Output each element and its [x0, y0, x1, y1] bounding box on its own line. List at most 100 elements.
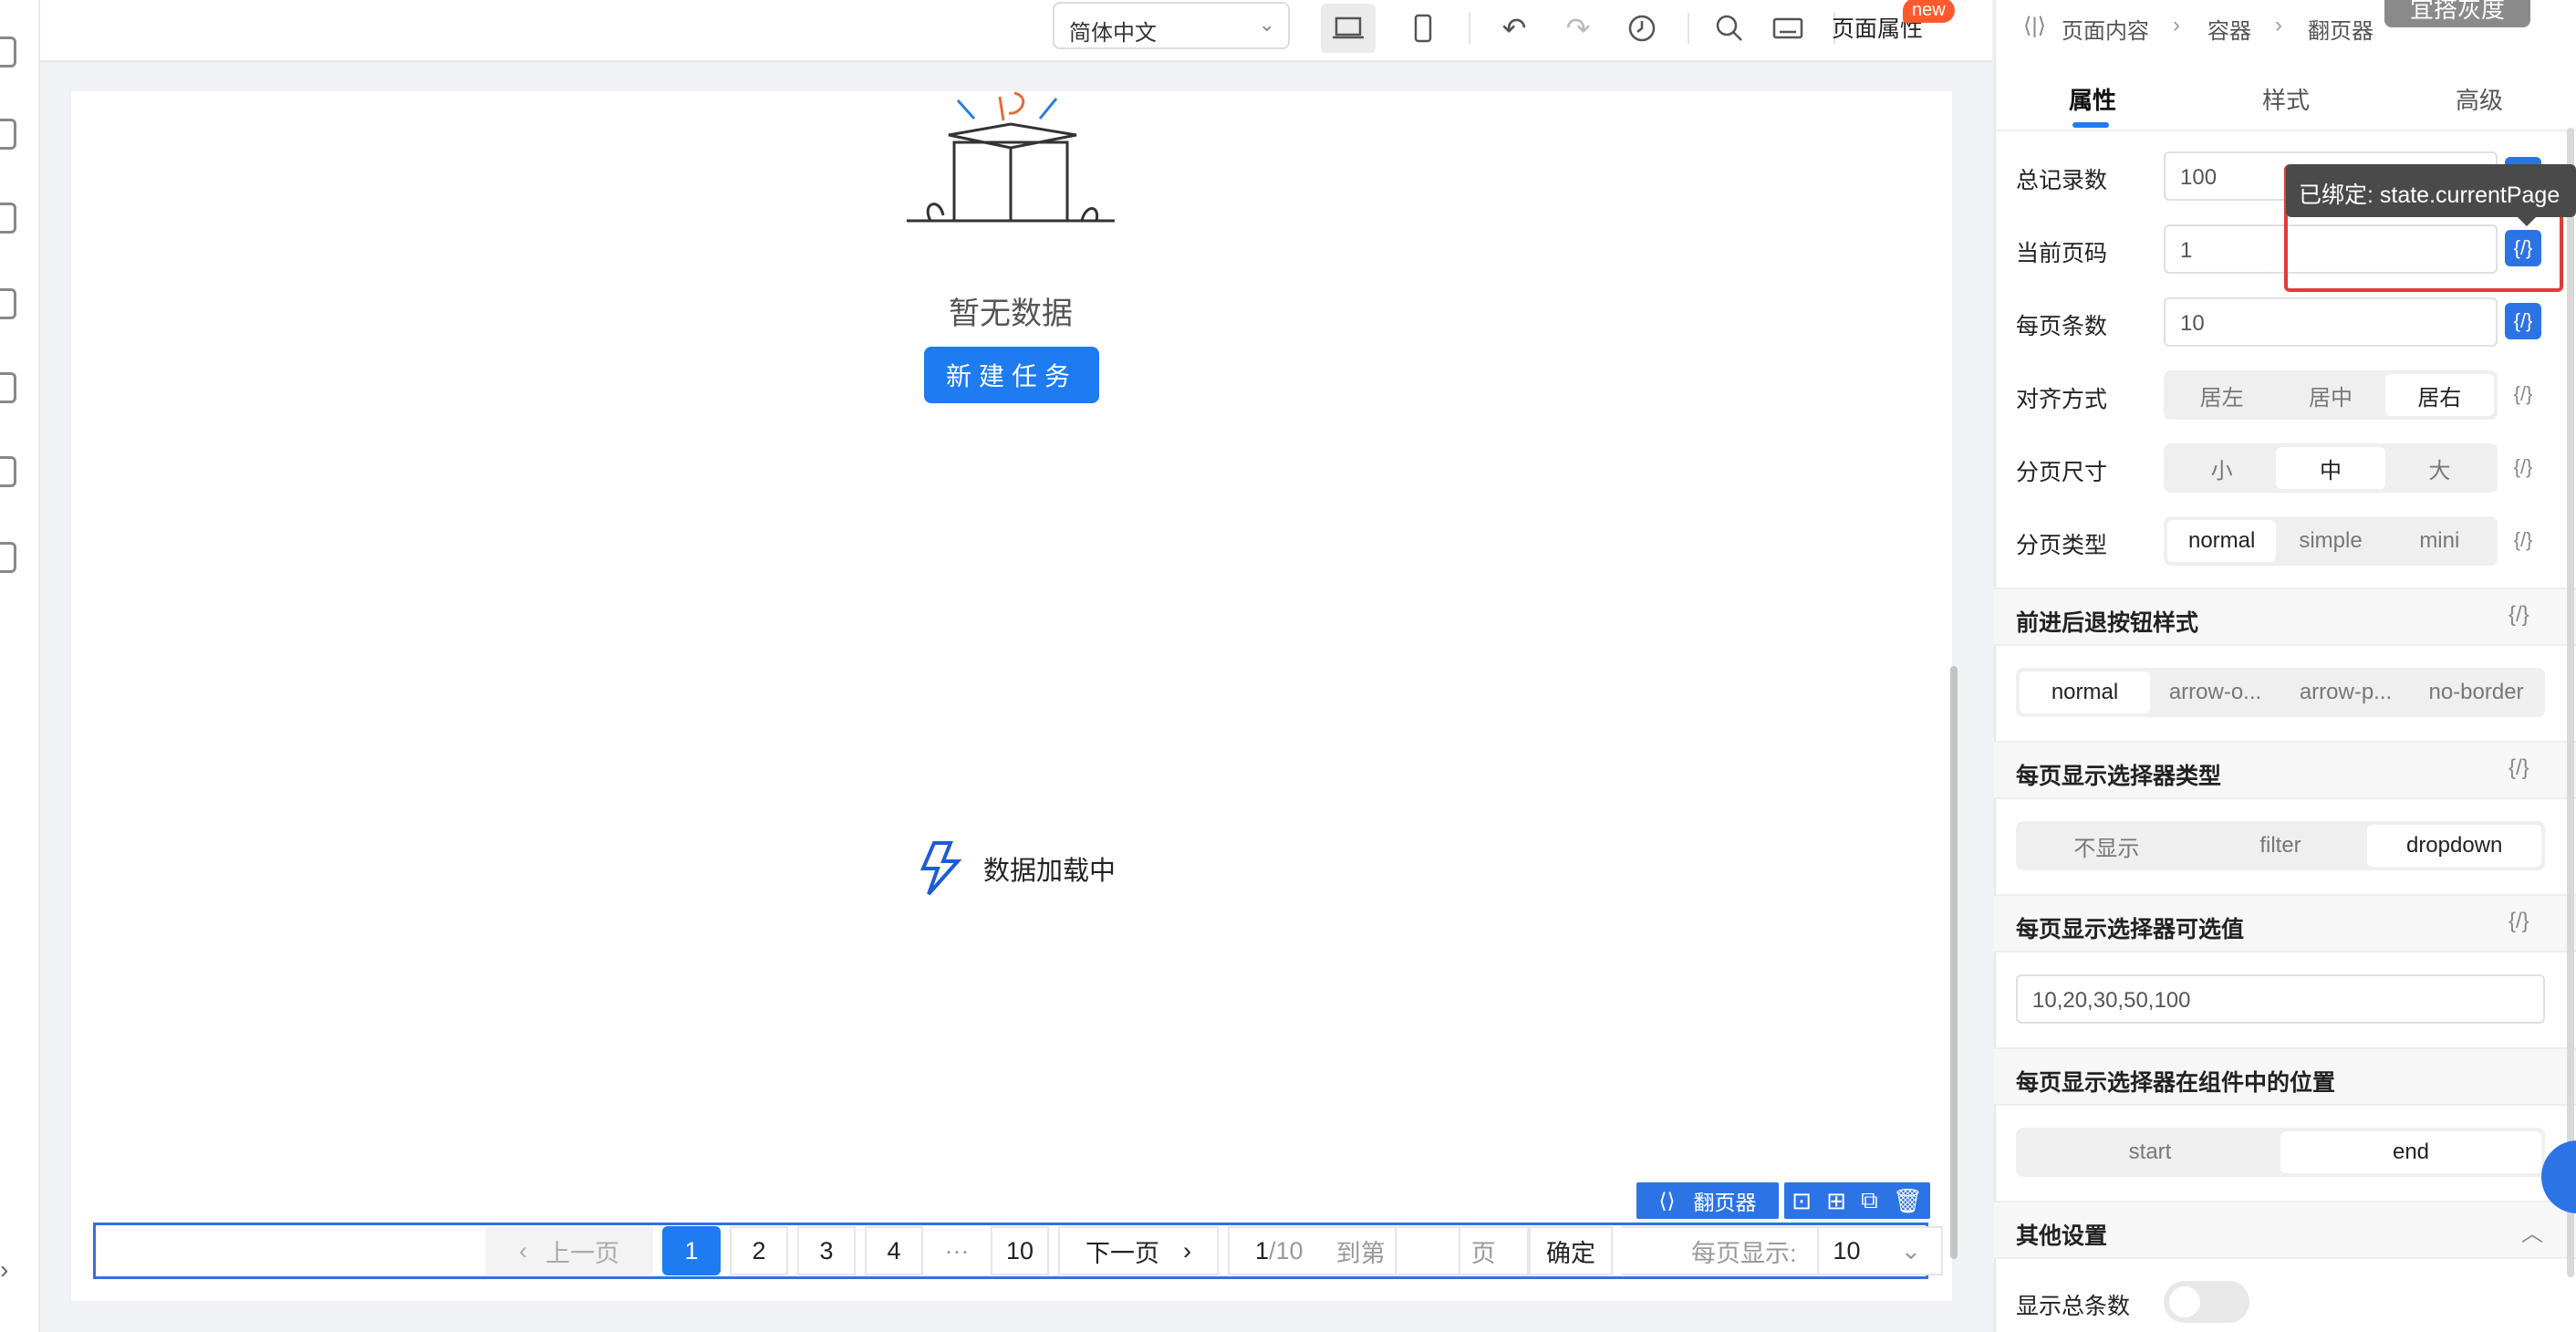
page-button-3[interactable]: 3 [797, 1226, 856, 1275]
selector-type-segmented: 不显示 filter dropdown [2016, 821, 2545, 870]
design-canvas[interactable] [71, 91, 1952, 1301]
align-label: 对齐方式 [2016, 387, 2108, 412]
type-option-normal[interactable]: normal [2167, 520, 2277, 562]
size-option-medium[interactable]: 中 [2276, 447, 2385, 489]
loading-bolt-icon [919, 841, 962, 896]
page-button-2[interactable]: 2 [730, 1226, 788, 1275]
type-option-simple[interactable]: simple [2276, 520, 2384, 562]
outline-icon[interactable] [0, 36, 16, 68]
bind-variable-icon[interactable]: {/} [2508, 909, 2529, 934]
copy-icon[interactable]: ⧉ [1861, 1186, 1878, 1215]
bind-variable-icon[interactable]: {/} [2505, 522, 2541, 558]
selector-position-segmented: start end [2016, 1128, 2545, 1177]
page-ellipsis[interactable]: ··· [932, 1226, 982, 1275]
gray-release-button[interactable]: 宜搭灰度 [2384, 0, 2530, 27]
components-icon[interactable] [0, 119, 16, 150]
tab-underline [2072, 122, 2109, 128]
selector-position-option[interactable]: end [2280, 1131, 2541, 1173]
selector-type-option[interactable]: 不显示 [2020, 825, 2194, 867]
expand-chevron-icon[interactable]: › [0, 1255, 8, 1285]
page-button-4[interactable]: 4 [865, 1226, 923, 1275]
nav-style-option[interactable]: normal [2020, 671, 2150, 713]
nav-style-option[interactable]: arrow-o... [2150, 671, 2280, 713]
page-size-value: 10 [1833, 1236, 1861, 1264]
tab-properties[interactable]: 属性 [2069, 82, 2116, 116]
selector-values-title: 每页显示选择器可选值 [2016, 917, 2245, 942]
total-label: 总记录数 [2016, 168, 2108, 193]
language-select-value: 简体中文 [1069, 21, 1157, 46]
breadcrumb-item[interactable]: 容器 [2207, 13, 2251, 45]
breadcrumb-item[interactable]: 翻页器 [2308, 13, 2373, 45]
mobile-view-icon[interactable] [1396, 4, 1450, 53]
globe-icon[interactable] [0, 456, 16, 487]
chevron-up-icon[interactable]: ︿ [2521, 1215, 2543, 1247]
total-pages: /10 [1269, 1236, 1304, 1264]
align-option-left[interactable]: 居左 [2167, 374, 2276, 416]
type-option-mini[interactable]: mini [2385, 520, 2494, 562]
binding-tooltip: 已绑定: state.currentPage [2286, 164, 2576, 217]
selector-type-section[interactable]: 每页显示选择器类型 {/} [1994, 741, 2576, 799]
align-option-right[interactable]: 居右 [2384, 374, 2494, 416]
size-label: 分页尺寸 [2016, 460, 2108, 485]
canvas-scrollbar[interactable] [1950, 666, 1958, 1259]
breadcrumb-item[interactable]: 页面内容 [2062, 13, 2149, 45]
breadcrumb-separator-icon: › [2173, 13, 2180, 37]
prev-page-button[interactable]: ‹ 上一页 [485, 1226, 653, 1275]
search-icon[interactable] [1702, 4, 1757, 53]
next-page-label: 下一页 [1085, 1239, 1159, 1267]
history-icon[interactable] [1615, 4, 1669, 53]
selector-type-option[interactable]: dropdown [2367, 825, 2542, 867]
goto-label: 到第 [1335, 1239, 1386, 1267]
component-actions: ⊡ ⊞ ⧉ 🗑 [1784, 1182, 1930, 1219]
bind-variable-icon[interactable]: {/} [2505, 303, 2541, 339]
show-total-toggle[interactable] [2164, 1281, 2249, 1323]
panel-scrollbar[interactable] [2567, 128, 2574, 1277]
nav-style-option[interactable]: no-border [2411, 671, 2541, 713]
size-option-large[interactable]: 大 [2385, 447, 2494, 489]
selector-values-input[interactable]: 10,20,30,50,100 [2016, 974, 2545, 1024]
new-task-button[interactable]: 新建任务 [924, 347, 1099, 403]
page-button-last[interactable]: 10 [991, 1226, 1049, 1275]
code-view-icon[interactable]: ⟨|⟩ [2023, 13, 2046, 39]
bind-variable-icon[interactable]: {/} [2505, 449, 2541, 485]
size-option-small[interactable]: 小 [2167, 447, 2276, 489]
next-page-button[interactable]: 下一页 › [1058, 1226, 1219, 1275]
selector-type-title: 每页显示选择器类型 [2016, 764, 2222, 789]
other-settings-section[interactable]: 其他设置 ︿ [1994, 1201, 2576, 1259]
goto-input[interactable] [1394, 1227, 1460, 1275]
page-size-input[interactable]: 10 [2164, 297, 2498, 347]
templates-icon[interactable] [0, 203, 16, 234]
page-size-label: 每页显示: [1691, 1239, 1797, 1267]
bind-variable-icon[interactable]: {/} [2505, 376, 2541, 412]
keyboard-icon[interactable] [1761, 4, 1815, 53]
tab-style[interactable]: 样式 [2262, 82, 2310, 116]
select-parent-icon[interactable]: ⊡ [1792, 1187, 1812, 1215]
delete-icon[interactable]: 🗑 [1893, 1187, 1923, 1215]
component-tag[interactable]: ⟨⟩ 翻页器 [1636, 1182, 1779, 1219]
type-label: 分页类型 [2016, 533, 2108, 558]
language-select[interactable]: 简体中文 ⌄ [1053, 2, 1290, 49]
page-size-selector[interactable]: 每页显示: 10 ⌄ [1622, 1226, 1943, 1275]
link-icon[interactable] [0, 542, 16, 573]
undo-icon[interactable]: ↶ [1487, 4, 1542, 53]
tab-advanced[interactable]: 高级 [2456, 82, 2503, 116]
redo-icon[interactable]: ↷ [1551, 4, 1605, 53]
settings-icon[interactable] [0, 288, 16, 319]
divider [1816, 1227, 1819, 1275]
component-tag-label: 翻页器 [1693, 1191, 1757, 1214]
selector-position-section[interactable]: 每页显示选择器在组件中的位置 [1994, 1047, 2576, 1106]
align-option-center[interactable]: 居中 [2276, 374, 2384, 416]
selector-position-option[interactable]: start [2020, 1131, 2280, 1173]
page-button-1[interactable]: 1 [662, 1226, 721, 1275]
datasource-icon[interactable] [0, 372, 16, 403]
nav-style-section[interactable]: 前进后退按钮样式 {/} [1994, 588, 2576, 646]
align-segmented: 居左 居中 居右 [2164, 370, 2498, 420]
bind-variable-icon[interactable]: {/} [2508, 602, 2529, 628]
desktop-view-icon[interactable] [1321, 4, 1376, 53]
bind-variable-icon[interactable]: {/} [2508, 755, 2529, 781]
selector-values-section[interactable]: 每页显示选择器可选值 {/} [1994, 894, 2576, 952]
goto-confirm-button[interactable]: 确定 [1529, 1226, 1613, 1275]
nav-style-option[interactable]: arrow-p... [2280, 671, 2411, 713]
add-icon[interactable]: ⊞ [1826, 1187, 1846, 1215]
selector-type-option[interactable]: filter [2194, 825, 2368, 867]
